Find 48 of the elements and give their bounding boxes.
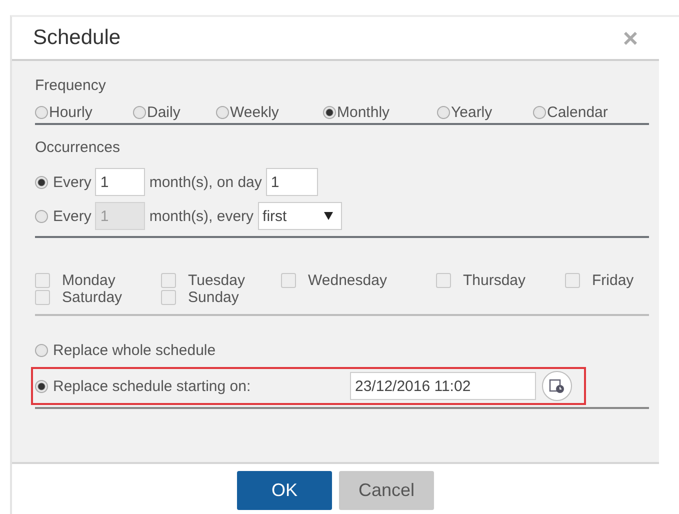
radio-button[interactable] [323,106,336,119]
checkbox[interactable] [35,273,50,288]
radio-button[interactable] [35,210,48,222]
radio-label: Yearly [451,104,492,121]
section-label: Occurrences [35,139,122,156]
radio-label: Weekly [230,104,279,121]
checkbox-label: Monday [62,272,116,289]
cancel-button[interactable]: Cancel [339,471,434,510]
radio-button[interactable] [35,176,48,188]
checkbox-label: Thursday [463,272,526,289]
radio-label: Hourly [49,104,92,121]
day-field[interactable]: 1 [266,168,318,196]
checkbox[interactable] [35,290,50,305]
checkbox-label: Tuesday [188,272,245,289]
radio-label: Replace schedule starting on: [53,378,251,394]
field-label: month(s), every [149,208,254,224]
checkbox[interactable] [161,290,176,305]
count-field[interactable]: 1 [95,168,146,196]
radio-button[interactable] [35,380,48,392]
radio-label: Daily [147,104,180,121]
ok-button[interactable]: OK [237,471,332,510]
section-label: Frequency [35,77,107,94]
radio-button[interactable] [216,106,229,119]
radio-label: Every [53,208,92,224]
field-label: month(s), on day [149,174,262,190]
checkbox-label: Saturday [62,289,122,306]
checkbox-label: Wednesday [308,272,387,289]
checkbox[interactable] [565,273,580,288]
checkbox-label: Sunday [188,289,239,306]
radio-button[interactable] [35,344,48,357]
radio-button[interactable] [35,106,48,119]
radio-button[interactable] [133,106,146,119]
checkbox[interactable] [161,273,176,288]
week-dropdown[interactable]: first [258,202,342,230]
date-field[interactable]: 23/12/2016 11:02 [350,372,536,400]
radio-label: Every [53,174,92,190]
calendar-clock-icon [549,378,565,394]
checkbox[interactable] [436,273,451,288]
radio-label: Replace whole schedule [53,342,216,359]
radio-button[interactable] [437,106,450,119]
radio-label: Monthly [337,104,390,121]
checkbox-label: Friday [592,272,634,289]
calendar-button[interactable] [542,371,572,401]
checkbox[interactable] [281,273,296,288]
caret-icon [324,212,333,220]
radio-button[interactable] [533,106,546,119]
dialog-title: Schedule [33,26,121,50]
radio-label: Calendar [547,104,608,121]
